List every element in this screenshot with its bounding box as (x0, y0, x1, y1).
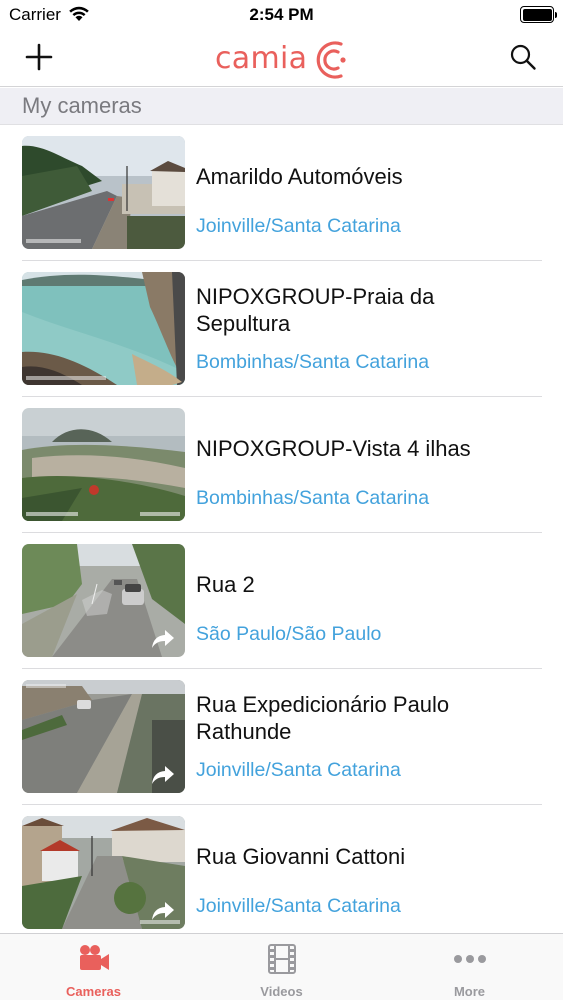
camera-name: Amarildo Automóveis (196, 164, 403, 189)
camera-row[interactable]: NIPOXGROUP-Vista 4 ilhas Bombinhas/Santa… (0, 397, 563, 533)
camera-location: Joinville/Santa Catarina (196, 759, 401, 781)
camera-name: Rua Expedicionário Paulo Rathunde (196, 692, 450, 744)
camera-thumbnail (22, 816, 185, 929)
camera-location: Joinville/Santa Catarina (196, 895, 401, 917)
camera-name: Rua 2 (196, 572, 255, 597)
shared-camera-icon (152, 766, 174, 784)
section-title: My cameras (22, 93, 142, 118)
logo-mark-icon (317, 40, 346, 79)
shared-camera-icon (152, 630, 174, 648)
tab-label: More (453, 984, 486, 999)
tab-label: Cameras (66, 984, 121, 999)
tab-videos[interactable]: Videos (188, 934, 375, 1000)
shared-camera-icon (152, 902, 174, 920)
camera-thumbnail (22, 136, 185, 249)
status-time: 2:54 PM (249, 5, 314, 24)
tab-more[interactable]: More (376, 934, 563, 1000)
section-header: My cameras (0, 88, 563, 125)
camera-thumbnail (22, 544, 185, 657)
add-camera-button[interactable] (24, 42, 54, 72)
camera-list: Amarildo Automóveis Joinville/Santa Cata… (0, 125, 563, 941)
camera-row[interactable]: Rua Expedicionário Paulo Rathunde Joinvi… (0, 669, 563, 805)
navigation-bar: camia (0, 30, 563, 87)
camera-thumbnail (22, 680, 185, 793)
camera-thumbnail (22, 272, 185, 385)
tab-cameras[interactable]: Cameras (0, 934, 187, 1000)
camia-logo: camia (215, 30, 351, 87)
film-icon (267, 944, 296, 974)
camera-name: Rua Giovanni Cattoni (196, 844, 406, 869)
search-button[interactable] (509, 43, 537, 71)
camera-name: NIPOXGROUP-Praia da Sepultura (196, 284, 435, 336)
status-bar: Carrier 2:54 PM (0, 0, 563, 30)
camera-location: Bombinhas/Santa Catarina (196, 351, 430, 373)
camera-icon (79, 945, 109, 970)
camera-row[interactable]: Rua Giovanni Cattoni Joinville/Santa Cat… (0, 805, 563, 941)
camera-row[interactable]: NIPOXGROUP-Praia da Sepultura Bombinhas/… (0, 261, 563, 397)
camera-row[interactable]: Rua 2 São Paulo/São Paulo (0, 533, 563, 669)
camera-row[interactable]: Amarildo Automóveis Joinville/Santa Cata… (0, 125, 563, 261)
camera-location: São Paulo/São Paulo (196, 623, 382, 645)
camera-location: Bombinhas/Santa Catarina (196, 487, 430, 509)
tab-label: Videos (260, 984, 303, 999)
tab-bar: Cameras Videos More (0, 933, 563, 1000)
battery-icon (520, 6, 557, 23)
camera-location: Joinville/Santa Catarina (196, 215, 401, 237)
logo-text: camia (215, 41, 308, 76)
more-icon (453, 955, 486, 963)
camera-name: NIPOXGROUP-Vista 4 ilhas (196, 436, 471, 461)
camera-thumbnail (22, 408, 185, 521)
